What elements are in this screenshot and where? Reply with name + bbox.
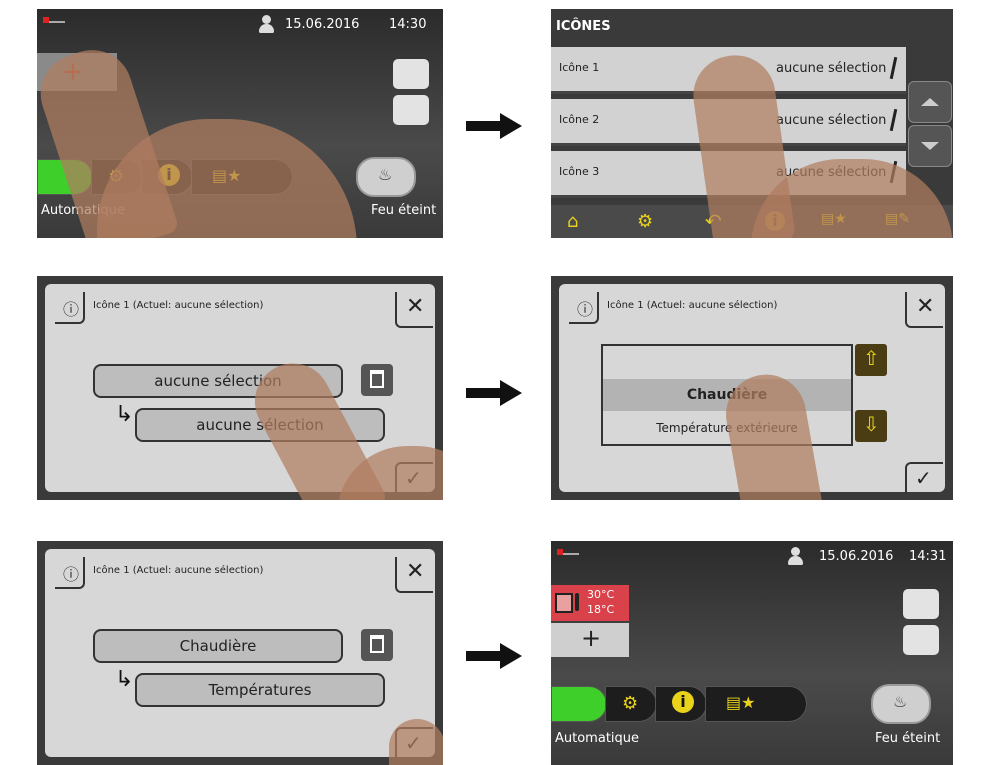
scroll-up-button[interactable] [908, 81, 952, 123]
row-value: aucune sélection [776, 61, 887, 76]
fire-label: Feu éteint [371, 203, 437, 218]
temp-boiler: 30°C [587, 588, 615, 601]
date: 15.06.2016 [819, 549, 894, 564]
trash-icon [370, 635, 384, 653]
temp-outdoor: 18°C [587, 603, 615, 616]
fire-icon: ♨ [893, 692, 908, 711]
info-icon: i [672, 691, 694, 713]
time: 14:31 [909, 549, 947, 564]
boiler-temp-tile[interactable]: 30°C 18°C [551, 585, 629, 621]
check-icon: ✓ [915, 466, 932, 490]
user-icon[interactable] [258, 15, 274, 33]
tab-info[interactable]: i [655, 686, 707, 722]
scroll-down-button[interactable] [908, 125, 952, 167]
screen-home-2: 15.06.2016 14:31 30°C 18°C + ⚙ i ▤★ ♨ Au… [551, 541, 953, 765]
close-icon: ✕ [406, 294, 425, 319]
dialog-title: Icône 1 (Actuel: aucune sélection) [607, 300, 778, 311]
usb-icon [43, 17, 65, 29]
fire-icon: ♨ [378, 165, 393, 184]
row-label: Icône 1 [559, 61, 600, 74]
arrow-down-icon: ⇩ [863, 412, 880, 436]
sub-arrow-icon: ↳ [115, 402, 134, 427]
help-icon[interactable]: ⓘ [55, 292, 85, 324]
fire-button[interactable]: ♨ [356, 157, 416, 197]
option-list: Chaudière Température extérieure [601, 344, 853, 446]
thermometer-icon [575, 593, 579, 611]
list-item[interactable] [603, 346, 851, 378]
sweep-button[interactable] [393, 95, 429, 125]
home-icon[interactable]: ⌂ [567, 211, 578, 232]
fire-button[interactable]: ♨ [871, 684, 931, 724]
scroll-down-button[interactable]: ⇩ [855, 410, 887, 442]
user-icon[interactable] [787, 547, 803, 565]
help-icon[interactable]: ⓘ [55, 557, 85, 589]
dialog-icon-select: ⓘ Icône 1 (Actuel: aucune sélection) ✕ C… [551, 276, 953, 500]
sub-arrow-icon: ↳ [115, 667, 134, 692]
edit-icon[interactable] [889, 108, 898, 132]
arrow-up-icon: ⇧ [863, 346, 880, 370]
confirm-button[interactable]: ✓ [905, 462, 943, 494]
tab-settings[interactable]: ⚙ [605, 686, 657, 722]
dialog-title: Icône 1 (Actuel: aucune sélection) [93, 300, 264, 311]
dialog-title: Icône 1 (Actuel: aucune sélection) [93, 565, 264, 576]
sweep-button[interactable] [903, 625, 939, 655]
edit-icon[interactable] [889, 56, 898, 80]
row-value: aucune sélection [776, 113, 887, 128]
close-icon: ✕ [406, 559, 425, 584]
fire-label: Feu éteint [875, 731, 941, 746]
time: 14:30 [389, 17, 427, 32]
sub-select[interactable]: Températures [135, 673, 385, 707]
briefcase-button[interactable] [393, 59, 429, 89]
tab-favorites[interactable]: ▤★ [705, 686, 807, 722]
close-button[interactable]: ✕ [395, 292, 433, 328]
chevron-down-icon [921, 142, 939, 150]
trash-icon [370, 370, 384, 388]
delete-button[interactable] [361, 629, 393, 661]
help-icon[interactable]: ⓘ [569, 292, 599, 324]
briefcase-button[interactable] [903, 589, 939, 619]
gears-icon: ⚙ [622, 693, 639, 714]
hand [389, 719, 443, 765]
row-label: Icône 3 [559, 165, 600, 178]
close-icon: ✕ [916, 294, 935, 319]
screen-home-1: 15.06.2016 14:30 + ⚙ i ▤★ ♨ Automatique … [37, 9, 443, 238]
scroll-up-button[interactable]: ⇧ [855, 344, 887, 376]
close-button[interactable]: ✕ [395, 557, 433, 593]
dialog-icon-config-1: ⓘ Icône 1 (Actuel: aucune sélection) ✕ a… [37, 276, 443, 500]
date: 15.06.2016 [285, 17, 360, 32]
arrow-icon [466, 113, 524, 139]
plus-icon: + [581, 624, 602, 652]
page-title: ICÔNES [556, 19, 611, 34]
chevron-up-icon [921, 98, 939, 106]
source-select[interactable]: Chaudière [93, 629, 343, 663]
favorites-icon: ▤★ [726, 693, 756, 712]
arrow-icon [466, 643, 524, 669]
usb-icon [557, 549, 579, 561]
mode-label: Automatique [555, 731, 640, 746]
screen-icons-list: ICÔNES Icône 1 aucune sélection Icône 2 … [551, 9, 953, 238]
dialog-icon-config-2: ⓘ Icône 1 (Actuel: aucune sélection) ✕ C… [37, 541, 443, 765]
arrow-icon [466, 380, 524, 406]
close-button[interactable]: ✕ [905, 292, 943, 328]
tab-mode[interactable] [551, 686, 607, 722]
add-icon-tile[interactable]: + [551, 623, 629, 657]
row-label: Icône 2 [559, 113, 600, 126]
boiler-icon [555, 593, 573, 613]
delete-button[interactable] [361, 364, 393, 396]
gears-icon[interactable]: ⚙ [637, 211, 653, 232]
